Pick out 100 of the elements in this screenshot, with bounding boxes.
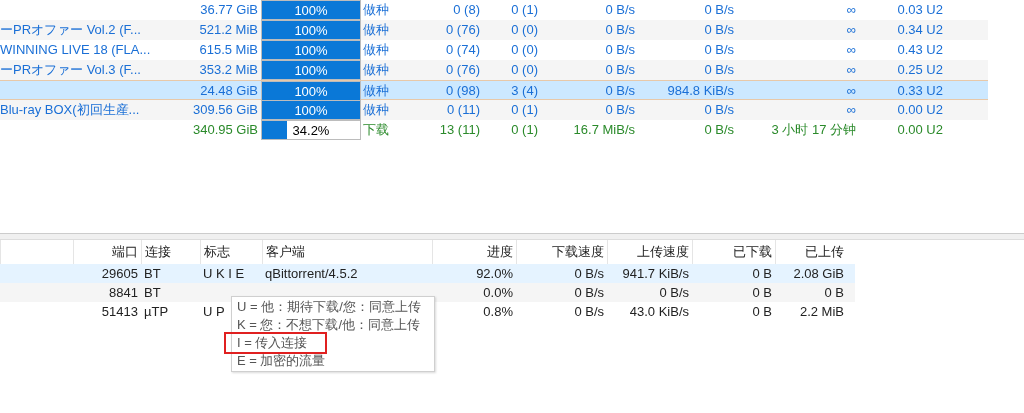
download-speed-cell-text: 0 B/s <box>573 284 605 302</box>
connection-cell-text: BT <box>143 265 162 283</box>
ratio-cell-text: 0.34 U2 <box>896 21 943 40</box>
progress-label: 100% <box>294 83 328 100</box>
size-cell-text: 309.56 GiB <box>191 101 258 120</box>
download-speed-cell-text: 0 B/s <box>604 82 635 101</box>
tooltip-line: I = 传入连接 <box>226 334 326 352</box>
uploaded-cell-text: 0 B <box>823 284 845 302</box>
download-speed-cell-text: 0 B/s <box>573 265 605 283</box>
upload-speed-cell-text: 0 B/s <box>703 121 734 140</box>
torrent-row[interactable]: 340.95 GiB 34.2% 下载 13 (11) 0 (1) 16.7 MiB/s 0 B/s 3 小时 17 分钟 0.00 U2 <box>0 120 988 140</box>
port-cell-text: 51413 <box>100 303 139 321</box>
size-cell-text: 36.77 GiB <box>199 1 258 20</box>
peers-cell-text: 0 (0) <box>510 61 538 80</box>
ratio-cell-text: 0.25 U2 <box>896 61 943 80</box>
upload-speed-cell-text: 0 B/s <box>703 101 734 120</box>
upload-speed-cell-text: 0 B/s <box>703 21 734 40</box>
status-cell-text: 做种 <box>362 61 390 80</box>
progress-label: 100% <box>294 62 328 79</box>
progress-cell-text: 92.0% <box>475 265 514 283</box>
ratio-cell-text: 0.00 U2 <box>896 101 943 120</box>
torrent-name: ーPRオファー Vol.2 (F... <box>0 21 142 40</box>
upload-speed-cell-text: 0 B/s <box>703 61 734 80</box>
torrent-name: Blu-ray BOX(初回生産... <box>0 101 141 120</box>
upload-speed-cell-text: 0 B/s <box>658 284 690 302</box>
seeds-cell-text: 0 (76) <box>445 21 480 40</box>
downloaded-cell-text: 0 B <box>751 265 773 283</box>
client-cell-text: qBittorrent/4.5.2 <box>264 265 359 283</box>
ratio-cell-text: 0.33 U2 <box>896 82 943 101</box>
uploaded-cell-text: 2.08 GiB <box>792 265 845 283</box>
seeds-cell-text: 0 (74) <box>445 41 480 60</box>
peers-cell-text: 0 (1) <box>510 101 538 120</box>
download-speed-cell-text: 0 B/s <box>604 1 635 20</box>
upload-speed-cell-text: 43.0 KiB/s <box>628 303 690 321</box>
eta-cell-text: ∞ <box>845 1 856 20</box>
size-cell-text: 615.5 MiB <box>198 41 258 60</box>
eta-cell-text: ∞ <box>845 101 856 120</box>
download-speed-cell-text: 0 B/s <box>573 303 605 321</box>
tooltip-line: K = 您：不想下载/他：同意上传 <box>236 316 422 334</box>
seeds-cell-text: 0 (98) <box>445 82 480 101</box>
eta-cell-text: ∞ <box>845 61 856 80</box>
seeds-cell-text: 0 (11) <box>446 101 480 120</box>
port-cell-text: 29605 <box>100 265 139 283</box>
status-cell-text: 做种 <box>362 41 390 60</box>
eta-cell-text: ∞ <box>845 21 856 40</box>
status-cell-text: 下载 <box>362 121 390 140</box>
seeds-cell-text: 0 (8) <box>452 1 480 20</box>
ratio-cell-text: 0.03 U2 <box>896 1 943 20</box>
tooltip-line: E = 加密的流量 <box>236 352 327 370</box>
eta-cell-text: ∞ <box>845 82 856 101</box>
peers-cell-text: 0 (0) <box>510 21 538 40</box>
progress-label: 100% <box>294 42 328 59</box>
size-cell-text: 353.2 MiB <box>198 61 258 80</box>
download-speed-cell-text: 0 B/s <box>604 101 635 120</box>
progress-label: 100% <box>294 2 328 19</box>
upload-speed-cell-text: 984.8 KiB/s <box>666 82 734 101</box>
torrent-row[interactable]: 36.77 GiB 100% 做种 0 (8) 0 (1) 0 B/s 0 B/s ∞ 0.03 U2 <box>0 0 988 20</box>
upload-speed-cell-text: 0 B/s <box>703 1 734 20</box>
peer-row[interactable]: 29605 BT U K I E qBittorrent/4.5.2 92.0% 0 B/s 941.7 KiB/s 0 B 2.08 GiB <box>0 264 855 283</box>
peers-cell-text: 0 (0) <box>510 41 538 60</box>
status-cell-text: 做种 <box>362 21 390 40</box>
splitter-bar[interactable] <box>0 233 1024 240</box>
peers-cell-text: 0 (1) <box>510 121 538 140</box>
status-cell-text: 做种 <box>362 82 390 101</box>
progress-cell-text: 0.0% <box>482 284 514 302</box>
torrent-row[interactable]: ーPRオファー Vol.2 (F... 521.2 MiB 100% 做种 0 (76) 0 (0) 0 B/s 0 B/s ∞ 0.34 U2 <box>0 20 988 40</box>
status-cell-text: 做种 <box>362 101 390 120</box>
eta-cell-text: ∞ <box>845 41 856 60</box>
size-cell-text: 521.2 MiB <box>198 21 258 40</box>
upload-speed-cell-text: 0 B/s <box>703 41 734 60</box>
flags-cell-text: U K I E <box>202 265 246 283</box>
ratio-cell-text: 0.00 U2 <box>896 121 943 140</box>
ratio-cell-text: 0.43 U2 <box>896 41 943 60</box>
progress-cell-text: 0.8% <box>482 303 514 321</box>
torrent-name: ーPRオファー Vol.3 (F... <box>0 61 142 80</box>
flags-cell-text: U P <box>202 303 226 321</box>
eta-cell-text: 3 小时 17 分钟 <box>770 121 856 140</box>
torrent-row[interactable]: 24.48 GiB 100% 做种 0 (98) 3 (4) 0 B/s 984.8 KiB/s ∞ 0.33 U2 <box>0 80 988 100</box>
download-speed-cell-text: 0 B/s <box>604 61 635 80</box>
torrent-row[interactable]: Blu-ray BOX(初回生産... 309.56 GiB 100% 做种 0 (11) 0 (1) 0 B/s 0 B/s ∞ 0.00 U2 <box>0 100 988 120</box>
download-speed-cell-text: 16.7 MiB/s <box>572 121 635 140</box>
connection-cell-text: BT <box>143 284 162 302</box>
progress-label: 34.2% <box>292 122 330 139</box>
port-cell-text: 8841 <box>108 284 139 302</box>
status-cell-text: 做种 <box>362 1 390 20</box>
progress-label: 100% <box>294 102 328 119</box>
uploaded-cell-text: 2.2 MiB <box>798 303 845 321</box>
seeds-cell-text: 0 (76) <box>445 61 480 80</box>
downloaded-cell-text: 0 B <box>751 284 773 302</box>
torrent-row[interactable]: ーPRオファー Vol.3 (F... 353.2 MiB 100% 做种 0 (76) 0 (0) 0 B/s 0 B/s ∞ 0.25 U2 <box>0 60 988 80</box>
torrent-row[interactable]: WINNING LIVE 18 (FLA... 615.5 MiB 100% 做种 0 (74) 0 (0) 0 B/s 0 B/s ∞ 0.43 U2 <box>0 40 988 60</box>
upload-speed-cell-text: 941.7 KiB/s <box>621 265 690 283</box>
size-cell-text: 24.48 GiB <box>199 82 258 101</box>
size-cell-text: 340.95 GiB <box>191 121 258 140</box>
progress-label: 100% <box>294 22 328 39</box>
connection-cell-text: µTP <box>143 303 170 321</box>
peers-cell-text: 3 (4) <box>510 82 538 101</box>
downloaded-cell-text: 0 B <box>751 303 773 321</box>
seeds-cell-text: 13 (11) <box>438 121 480 140</box>
download-speed-cell-text: 0 B/s <box>604 41 635 60</box>
